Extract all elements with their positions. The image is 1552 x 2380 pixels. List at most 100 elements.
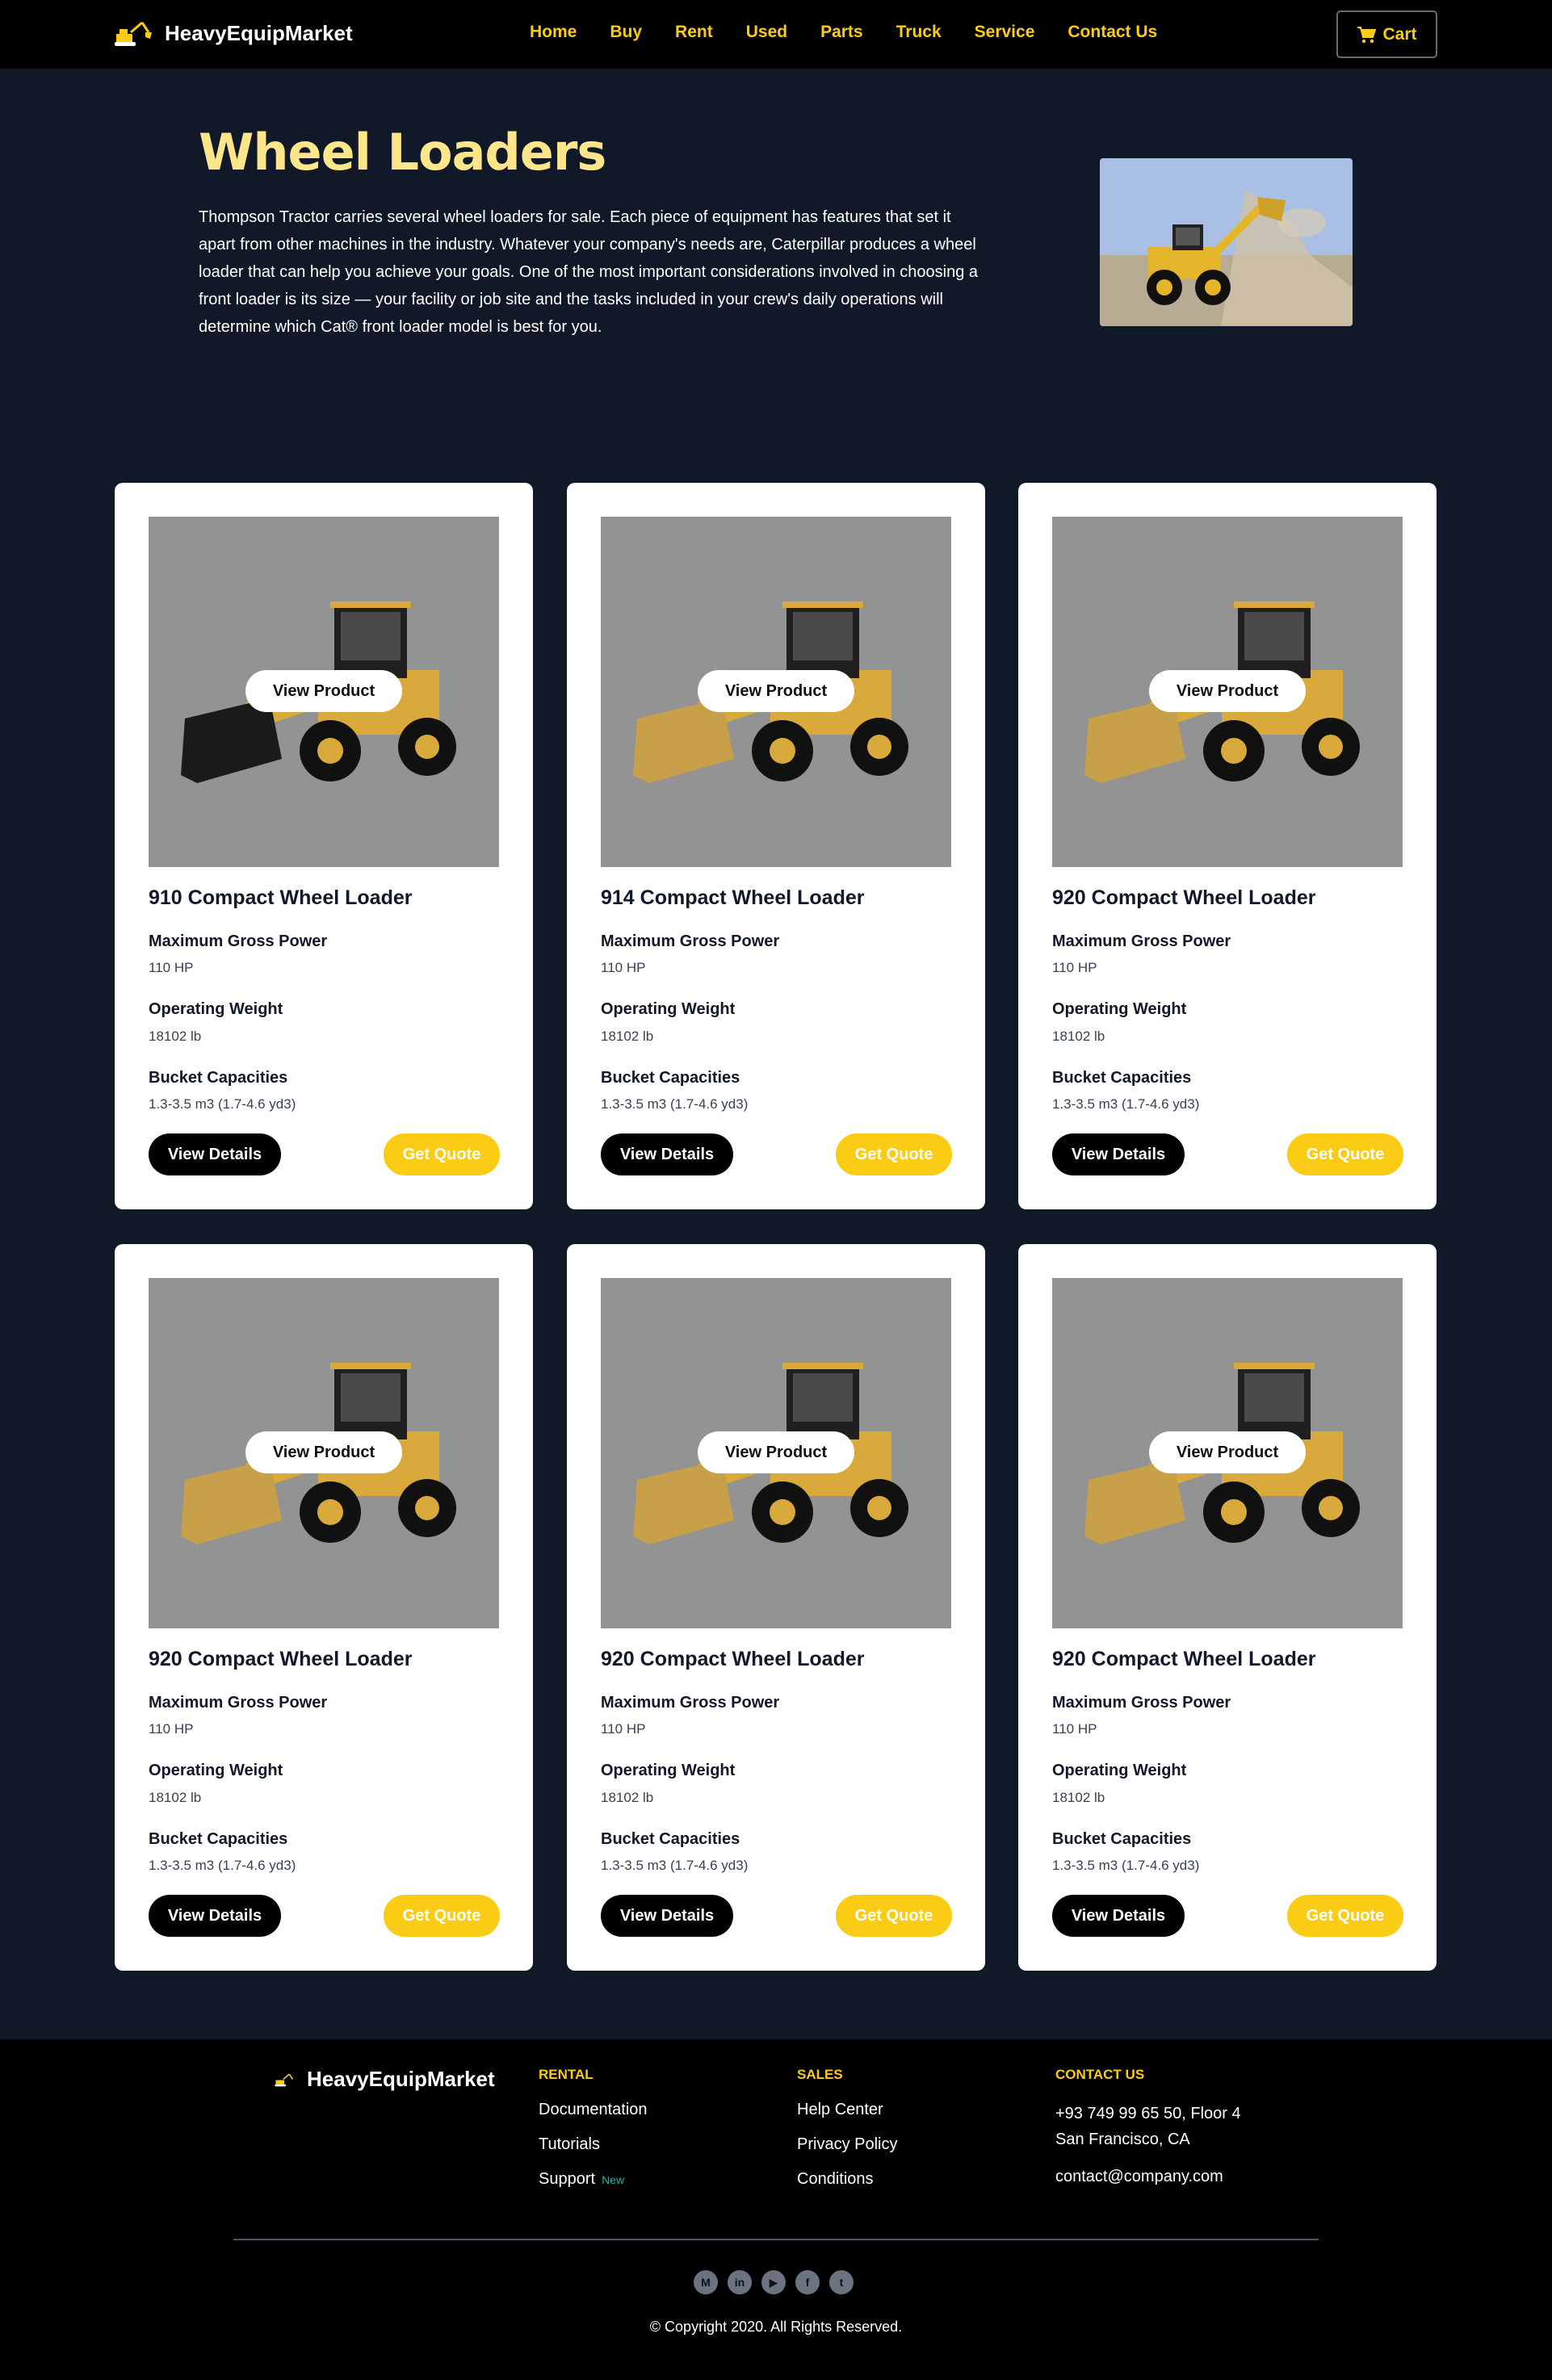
medium-icon[interactable]: M xyxy=(694,2270,718,2294)
product-title: 920 Compact Wheel Loader xyxy=(601,1648,865,1670)
bucket-label: Bucket Capacities xyxy=(149,1069,288,1087)
bucket-label: Bucket Capacities xyxy=(1052,1830,1192,1848)
footer-contact-heading: CONTACT US xyxy=(1055,2067,1145,2082)
product-image[interactable]: View Product xyxy=(1052,1278,1403,1628)
power-label: Maximum Gross Power xyxy=(601,1694,780,1712)
weight-value: 18102 lb xyxy=(1052,1790,1105,1805)
page-title: Wheel Loaders xyxy=(199,123,606,182)
power-value: 110 HP xyxy=(601,960,646,975)
product-image[interactable]: View Product xyxy=(601,1278,951,1628)
get-quote-button[interactable]: Get Quote xyxy=(1287,1133,1403,1175)
footer-brand-name: HeavyEquipMarket xyxy=(307,2067,495,2091)
copyright-text: © Copyright 2020. All Rights Reserved. xyxy=(649,2319,903,2335)
weight-label: Operating Weight xyxy=(601,1762,736,1779)
footer-address-line1: +93 749 99 65 50, Floor 4 xyxy=(1055,2105,1241,2122)
view-details-button[interactable]: View Details xyxy=(1052,1895,1185,1937)
product-card: View Product 920 Compact Wheel Loader Ma… xyxy=(1018,483,1437,1209)
footer-address-line2: San Francisco, CA xyxy=(1055,2131,1190,2148)
bucket-value: 1.3-3.5 m3 (1.7-4.6 yd3) xyxy=(601,1096,749,1112)
nav-link-rent[interactable]: Rent xyxy=(675,23,713,42)
bucket-value: 1.3-3.5 m3 (1.7-4.6 yd3) xyxy=(149,1858,296,1873)
facebook-icon[interactable]: f xyxy=(795,2270,820,2294)
power-value: 110 HP xyxy=(601,1721,646,1737)
product-card: View Product 910 Compact Wheel Loader Ma… xyxy=(115,483,533,1209)
product-image[interactable]: View Product xyxy=(149,1278,499,1628)
view-details-button[interactable]: View Details xyxy=(149,1895,281,1937)
product-title: 920 Compact Wheel Loader xyxy=(149,1648,413,1670)
product-title: 920 Compact Wheel Loader xyxy=(1052,886,1316,909)
bucket-label: Bucket Capacities xyxy=(149,1830,288,1848)
weight-label: Operating Weight xyxy=(1052,1762,1187,1779)
product-card: View Product 920 Compact Wheel Loader Ma… xyxy=(567,1244,985,1971)
cart-button[interactable]: Cart xyxy=(1336,10,1437,58)
excavator-logo-icon xyxy=(275,2073,294,2086)
nav-link-parts[interactable]: Parts xyxy=(820,23,863,42)
brand-logo-link[interactable]: HeavyEquipMarket xyxy=(115,18,353,48)
weight-value: 18102 lb xyxy=(1052,1029,1105,1044)
bucket-value: 1.3-3.5 m3 (1.7-4.6 yd3) xyxy=(149,1096,296,1112)
footer-link-help-center[interactable]: Help Center xyxy=(797,2101,897,2119)
bucket-label: Bucket Capacities xyxy=(601,1830,740,1848)
nav-link-service[interactable]: Service xyxy=(975,23,1035,42)
footer-link-conditions[interactable]: Conditions xyxy=(797,2170,897,2189)
get-quote-button[interactable]: Get Quote xyxy=(836,1133,952,1175)
product-image[interactable]: View Product xyxy=(601,517,951,867)
product-card: View Product 920 Compact Wheel Loader Ma… xyxy=(1018,1244,1437,1971)
power-value: 110 HP xyxy=(1052,1721,1097,1737)
weight-value: 18102 lb xyxy=(601,1790,654,1805)
footer-sales-heading: SALES xyxy=(797,2067,843,2082)
bucket-label: Bucket Capacities xyxy=(601,1069,740,1087)
get-quote-button[interactable]: Get Quote xyxy=(384,1895,500,1937)
nav-link-home[interactable]: Home xyxy=(530,23,577,42)
view-product-button[interactable]: View Product xyxy=(245,1431,402,1473)
linkedin-icon[interactable]: in xyxy=(728,2270,752,2294)
get-quote-button[interactable]: Get Quote xyxy=(384,1133,500,1175)
weight-value: 18102 lb xyxy=(149,1790,202,1805)
twitter-icon[interactable]: t xyxy=(829,2270,854,2294)
nav-link-buy[interactable]: Buy xyxy=(610,23,642,42)
weight-value: 18102 lb xyxy=(601,1029,654,1044)
product-title: 920 Compact Wheel Loader xyxy=(1052,1648,1316,1670)
view-product-button[interactable]: View Product xyxy=(1149,1431,1306,1473)
footer-contact-column: CONTACT US +93 749 99 65 50, Floor 4 San… xyxy=(1055,2067,1241,2189)
bucket-value: 1.3-3.5 m3 (1.7-4.6 yd3) xyxy=(601,1858,749,1873)
get-quote-button[interactable]: Get Quote xyxy=(1287,1895,1403,1937)
view-product-button[interactable]: View Product xyxy=(698,670,854,712)
weight-label: Operating Weight xyxy=(149,1762,283,1779)
cart-label: Cart xyxy=(1382,24,1417,44)
view-details-button[interactable]: View Details xyxy=(601,1133,733,1175)
product-title: 910 Compact Wheel Loader xyxy=(149,886,413,909)
product-image[interactable]: View Product xyxy=(1052,517,1403,867)
get-quote-button[interactable]: Get Quote xyxy=(836,1895,952,1937)
view-details-button[interactable]: View Details xyxy=(601,1895,733,1937)
bucket-value: 1.3-3.5 m3 (1.7-4.6 yd3) xyxy=(1052,1858,1200,1873)
bucket-label: Bucket Capacities xyxy=(1052,1069,1192,1087)
product-title: 914 Compact Wheel Loader xyxy=(601,886,865,909)
footer-link-tutorials[interactable]: Tutorials xyxy=(539,2135,648,2154)
view-product-button[interactable]: View Product xyxy=(698,1431,854,1473)
footer-brand-link[interactable]: HeavyEquipMarket xyxy=(275,2067,495,2092)
youtube-icon[interactable]: ▶ xyxy=(761,2270,786,2294)
nav-link-used[interactable]: Used xyxy=(746,23,787,42)
view-product-button[interactable]: View Product xyxy=(245,670,402,712)
new-badge: New xyxy=(602,2173,625,2186)
view-product-button[interactable]: View Product xyxy=(1149,670,1306,712)
hero-wheel-loader-image xyxy=(1100,158,1353,326)
power-label: Maximum Gross Power xyxy=(601,932,780,950)
weight-label: Operating Weight xyxy=(601,1000,736,1018)
nav-link-truck[interactable]: Truck xyxy=(896,23,942,42)
excavator-logo-icon xyxy=(115,21,152,46)
product-card: View Product 914 Compact Wheel Loader Ma… xyxy=(567,483,985,1209)
footer-link-privacy-policy[interactable]: Privacy Policy xyxy=(797,2135,897,2154)
power-label: Maximum Gross Power xyxy=(149,1694,328,1712)
footer-email[interactable]: contact@company.com xyxy=(1055,2164,1241,2189)
footer-link-support[interactable]: Support xyxy=(539,2170,595,2189)
view-details-button[interactable]: View Details xyxy=(149,1133,281,1175)
footer-link-documentation[interactable]: Documentation xyxy=(539,2101,648,2119)
top-navbar: HeavyEquipMarket Home Buy Rent Used Part… xyxy=(0,0,1552,69)
power-value: 110 HP xyxy=(149,1721,194,1737)
view-details-button[interactable]: View Details xyxy=(1052,1133,1185,1175)
nav-link-contact[interactable]: Contact Us xyxy=(1068,23,1157,42)
product-image[interactable]: View Product xyxy=(149,517,499,867)
power-value: 110 HP xyxy=(149,960,194,975)
